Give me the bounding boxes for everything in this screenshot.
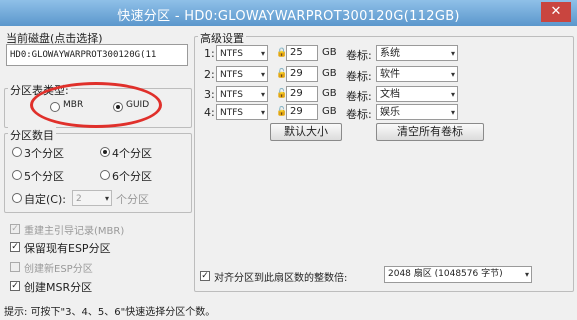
row-4-fs: NTFS: [220, 108, 243, 118]
row-4-unit: GB: [322, 106, 337, 117]
custom-count-value: 2: [76, 194, 82, 204]
label-4-partitions: 4个分区: [112, 147, 152, 160]
chevron-down-icon: ▾: [104, 194, 109, 203]
create-esp-checkbox[interactable]: [10, 262, 20, 272]
row-2-unit: GB: [322, 68, 337, 79]
row-2-fs: NTFS: [220, 70, 243, 80]
custom-count-select[interactable]: 2 ▾: [72, 190, 112, 206]
row-2-fs-select[interactable]: NTFS ▾: [216, 66, 268, 82]
label-6-partitions: 6个分区: [112, 170, 152, 183]
row-1-fs-select[interactable]: NTFS ▾: [216, 45, 268, 61]
row-3-fs-select[interactable]: NTFS ▾: [216, 86, 268, 102]
default-size-button[interactable]: 默认大小: [270, 123, 342, 141]
align-checkbox[interactable]: ✓: [200, 271, 210, 281]
title-bar: 快速分区 - HD0:GLOWAYWARPROT300120G(112GB) ✕: [0, 0, 577, 26]
row-3-name-select[interactable]: 文档 ▾: [376, 86, 458, 102]
window-title: 快速分区 - HD0:GLOWAYWARPROT300120G(112GB): [117, 9, 460, 24]
row-1-name: 系统: [380, 48, 400, 59]
row-3-unit: GB: [322, 88, 337, 99]
radio-6-partitions[interactable]: [100, 170, 110, 180]
row-1-name-select[interactable]: 系统 ▾: [376, 45, 458, 61]
create-msr-label: 创建MSR分区: [24, 281, 93, 294]
hint-text: 提示: 可按下"3、4、5、6"快速选择分区个数。: [4, 307, 216, 318]
row-4-fs-select[interactable]: NTFS ▾: [216, 104, 268, 120]
create-msr-checkbox[interactable]: ✓: [10, 281, 20, 291]
align-label: 对齐分区到此扇区数的整数倍:: [214, 273, 348, 284]
unlock-icon[interactable]: 🔓: [276, 69, 287, 79]
row-1-size-input[interactable]: 25: [286, 45, 318, 61]
red-highlight-circle: [30, 82, 162, 128]
row-2-size-input[interactable]: 29: [286, 66, 318, 82]
radio-4-partitions[interactable]: [100, 147, 110, 157]
align-value: 2048 扇区 (1048576 字节): [388, 269, 503, 279]
row-3-vol-label: 卷标:: [346, 90, 372, 103]
unlock-icon[interactable]: 🔓: [276, 107, 287, 117]
radio-custom[interactable]: [12, 193, 22, 203]
row-1-unit: GB: [322, 47, 337, 58]
chevron-down-icon: ▾: [260, 49, 265, 58]
unlock-icon[interactable]: 🔓: [276, 89, 287, 99]
radio-5-partitions[interactable]: [12, 170, 22, 180]
row-4-name: 娱乐: [380, 107, 400, 118]
row-2-vol-label: 卷标:: [346, 70, 372, 83]
radio-3-partitions[interactable]: [12, 147, 22, 157]
label-5-partitions: 5个分区: [24, 170, 64, 183]
row-1-fs: NTFS: [220, 49, 243, 59]
row-2-name: 软件: [380, 69, 400, 80]
row-4-number: 4:: [204, 106, 215, 119]
chevron-down-icon: ▾: [450, 49, 455, 58]
chevron-down-icon: ▾: [450, 108, 455, 117]
row-2-name-select[interactable]: 软件 ▾: [376, 66, 458, 82]
chevron-down-icon: ▾: [524, 270, 529, 279]
keep-esp-checkbox[interactable]: ✓: [10, 242, 20, 252]
row-3-name: 文档: [380, 89, 400, 100]
clear-labels-button[interactable]: 清空所有卷标: [376, 123, 484, 141]
row-3-number: 3:: [204, 88, 215, 101]
chevron-down-icon: ▾: [260, 108, 265, 117]
chevron-down-icon: ▾: [260, 70, 265, 79]
custom-suffix: 个分区: [116, 193, 149, 206]
lock-icon[interactable]: 🔒: [276, 48, 287, 58]
row-2-number: 2:: [204, 68, 215, 81]
row-1-vol-label: 卷标:: [346, 49, 372, 62]
close-button[interactable]: ✕: [541, 2, 571, 22]
current-disk-selector[interactable]: HD0:GLOWAYWARPROT300120G(11: [6, 44, 188, 66]
chevron-down-icon: ▾: [260, 90, 265, 99]
row-1-number: 1:: [204, 47, 215, 60]
row-3-size-input[interactable]: 29: [286, 86, 318, 102]
rebuild-mbr-label: 重建主引导记录(MBR): [24, 226, 125, 237]
chevron-down-icon: ▾: [450, 90, 455, 99]
row-4-size-input[interactable]: 29: [286, 104, 318, 120]
row-3-fs: NTFS: [220, 90, 243, 100]
keep-esp-label: 保留现有ESP分区: [24, 242, 111, 255]
create-esp-label: 创建新ESP分区: [24, 264, 93, 275]
partition-count-label: 分区数目: [8, 127, 56, 143]
align-select[interactable]: 2048 扇区 (1048576 字节) ▾: [384, 266, 532, 283]
label-3-partitions: 3个分区: [24, 147, 64, 160]
custom-label: 自定(C):: [24, 193, 66, 206]
advanced-settings-label: 高级设置: [198, 30, 246, 46]
chevron-down-icon: ▾: [450, 70, 455, 79]
rebuild-mbr-checkbox[interactable]: ✓: [10, 224, 20, 234]
row-4-name-select[interactable]: 娱乐 ▾: [376, 104, 458, 120]
row-4-vol-label: 卷标:: [346, 108, 372, 121]
